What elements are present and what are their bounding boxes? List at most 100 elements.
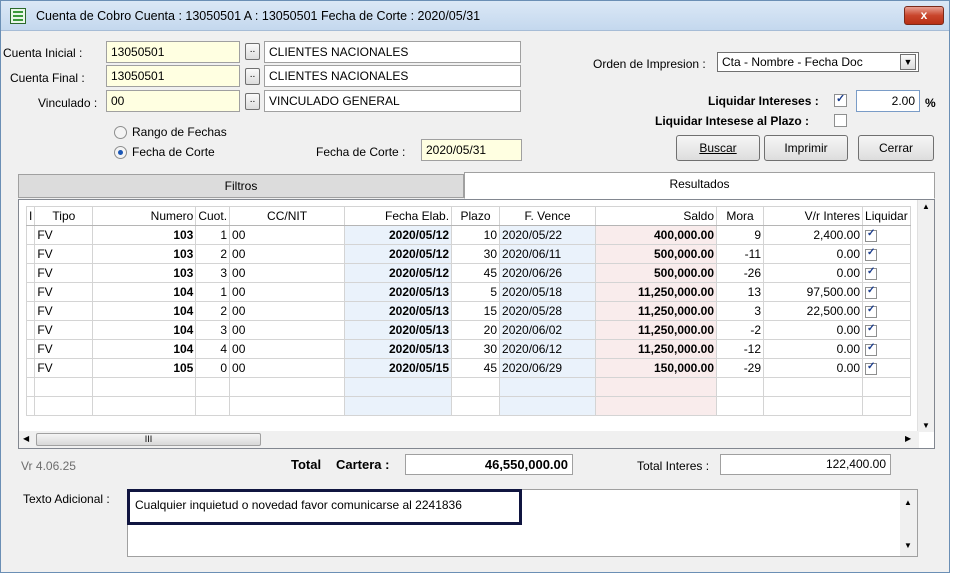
cell-liquidar[interactable] [862, 263, 912, 283]
column-header[interactable]: Tipo [34, 206, 94, 226]
cell-vence: 2020/06/12 [499, 339, 597, 359]
cell-fecha: 2020/05/12 [344, 244, 453, 264]
cell-vence: 2020/05/28 [499, 301, 597, 321]
column-header[interactable]: Numero [92, 206, 197, 226]
total-interes-label: Total Interes : [637, 459, 710, 473]
cell-cuota: 2 [195, 301, 231, 321]
tab-resultados[interactable]: Resultados [464, 172, 935, 199]
empty-cell [595, 377, 718, 397]
table-row[interactable]: FV 103 2 00 2020/05/12 30 2020/06/11 500,000.00… [25, 244, 912, 264]
cell-numero: 104 [92, 301, 197, 321]
cell-cuota: 1 [195, 282, 231, 302]
liquidar-row-checkbox[interactable] [865, 342, 878, 356]
column-header[interactable]: Mora [716, 206, 765, 226]
liquidar-row-checkbox[interactable] [865, 323, 878, 337]
vinculado-input[interactable]: 00 [106, 90, 240, 112]
cell-tipo: FV [34, 301, 94, 321]
cell-vence: 2020/06/26 [499, 263, 597, 283]
table-row[interactable]: FV 103 3 00 2020/05/12 45 2020/06/26 500,000.00… [25, 263, 912, 283]
cell-cuota: 0 [195, 358, 231, 378]
results-grid[interactable]: I Tipo Numero Cuot. CC/NIT Fecha Elab. Plazo F.… [18, 199, 935, 449]
orden-impresion-select[interactable]: Cta - Nombre - Fecha Doc ▼ [717, 52, 919, 72]
chevron-down-icon[interactable]: ▼ [900, 54, 916, 70]
column-header[interactable]: Plazo [451, 206, 501, 226]
horizontal-scroll-thumb[interactable]: III [36, 433, 261, 446]
horizontal-scrollbar[interactable]: ◀ III ▶ [19, 431, 919, 448]
table-row[interactable]: FV 105 0 00 2020/05/15 45 2020/06/29 150,000.00… [25, 358, 912, 378]
cell-vence: 2020/06/11 [499, 244, 597, 264]
cuenta-inicial-lookup-button[interactable]: .. [245, 43, 260, 60]
cell-saldo: 500,000.00 [595, 263, 718, 283]
liquidar-row-checkbox[interactable] [865, 266, 878, 280]
imprimir-button[interactable]: Imprimir [764, 135, 848, 161]
cell-liquidar[interactable] [862, 225, 912, 245]
vertical-scrollbar[interactable]: ▲ ▼ [917, 200, 934, 432]
buscar-button[interactable]: Buscar [676, 135, 760, 161]
scroll-up-icon[interactable]: ▲ [904, 498, 912, 507]
liquidar-row-checkbox[interactable] [865, 285, 878, 299]
cell-liquidar[interactable] [862, 301, 912, 321]
cell-liquidar[interactable] [862, 282, 912, 302]
table-row[interactable]: FV 104 2 00 2020/05/13 15 2020/05/28 11,250,000… [25, 301, 912, 321]
empty-cell [862, 377, 912, 397]
column-header[interactable]: V/r Interes [763, 206, 864, 226]
vinculado-lookup-button[interactable]: .. [245, 93, 260, 110]
row-indicator [25, 225, 36, 245]
text-highlight-frame [127, 489, 522, 525]
table-row[interactable]: FV 104 1 00 2020/05/13 5 2020/05/18 11,250,000.… [25, 282, 912, 302]
cell-tipo: FV [34, 282, 94, 302]
table-row[interactable]: FV 104 3 00 2020/05/13 20 2020/06/02 11,250,000… [25, 320, 912, 340]
liquidar-intereses-checkbox[interactable] [834, 92, 847, 107]
textarea-scrollbar[interactable]: ▲ ▼ [900, 490, 917, 556]
liquidar-plazo-checkbox[interactable] [834, 114, 847, 127]
liquidar-row-checkbox[interactable] [865, 361, 878, 375]
close-button[interactable]: x [904, 6, 944, 25]
column-header[interactable]: Cuot. [195, 206, 231, 226]
table-row[interactable]: FV 103 1 00 2020/05/12 10 2020/05/22 400,000.00… [25, 225, 912, 245]
column-header[interactable]: Liquidar [862, 206, 912, 226]
liquidar-row-checkbox[interactable] [865, 304, 878, 318]
tab-filtros[interactable]: Filtros [18, 174, 464, 198]
liquidar-row-checkbox[interactable] [865, 228, 878, 242]
column-header[interactable]: Saldo [595, 206, 718, 226]
table-row[interactable]: FV 104 4 00 2020/05/13 30 2020/06/12 11,250,000… [25, 339, 912, 359]
scroll-down-icon[interactable]: ▼ [904, 541, 912, 550]
cell-liquidar[interactable] [862, 358, 912, 378]
scroll-up-icon[interactable]: ▲ [922, 202, 930, 211]
cell-liquidar[interactable] [862, 339, 912, 359]
cerrar-button[interactable]: Cerrar [858, 135, 934, 161]
interes-rate-input[interactable]: 2.00 [856, 90, 920, 112]
cell-tipo: FV [34, 263, 94, 283]
empty-cell [344, 396, 453, 416]
fecha-corte-radio[interactable] [114, 146, 127, 159]
cell-cuota: 2 [195, 244, 231, 264]
column-header[interactable]: Fecha Elab. [344, 206, 453, 226]
scroll-down-icon[interactable]: ▼ [922, 421, 930, 430]
fecha-corte-input[interactable]: 2020/05/31 [421, 139, 522, 161]
column-header[interactable]: I [25, 206, 36, 226]
empty-cell [499, 377, 597, 397]
cuenta-inicial-input[interactable]: 13050501 [106, 41, 240, 63]
cell-mora: -11 [716, 244, 765, 264]
cell-numero: 103 [92, 244, 197, 264]
column-header[interactable]: CC/NIT [229, 206, 346, 226]
scroll-left-icon[interactable]: ◀ [23, 434, 29, 443]
cell-vence: 2020/05/18 [499, 282, 597, 302]
cell-saldo: 11,250,000.00 [595, 339, 718, 359]
row-indicator [25, 263, 36, 283]
cell-mora: -29 [716, 358, 765, 378]
liquidar-row-checkbox[interactable] [865, 247, 878, 261]
cell-liquidar[interactable] [862, 244, 912, 264]
empty-cell [763, 396, 864, 416]
cell-saldo: 400,000.00 [595, 225, 718, 245]
cell-liquidar[interactable] [862, 320, 912, 340]
column-header[interactable]: F. Vence [499, 206, 597, 226]
rango-fechas-radio[interactable] [114, 126, 127, 139]
scroll-right-icon[interactable]: ▶ [905, 434, 911, 443]
empty-cell [344, 377, 453, 397]
cuenta-final-lookup-button[interactable]: .. [245, 68, 260, 85]
cuenta-final-input[interactable]: 13050501 [106, 65, 240, 87]
empty-cell [716, 377, 765, 397]
cell-cuota: 3 [195, 263, 231, 283]
cell-fecha: 2020/05/13 [344, 301, 453, 321]
